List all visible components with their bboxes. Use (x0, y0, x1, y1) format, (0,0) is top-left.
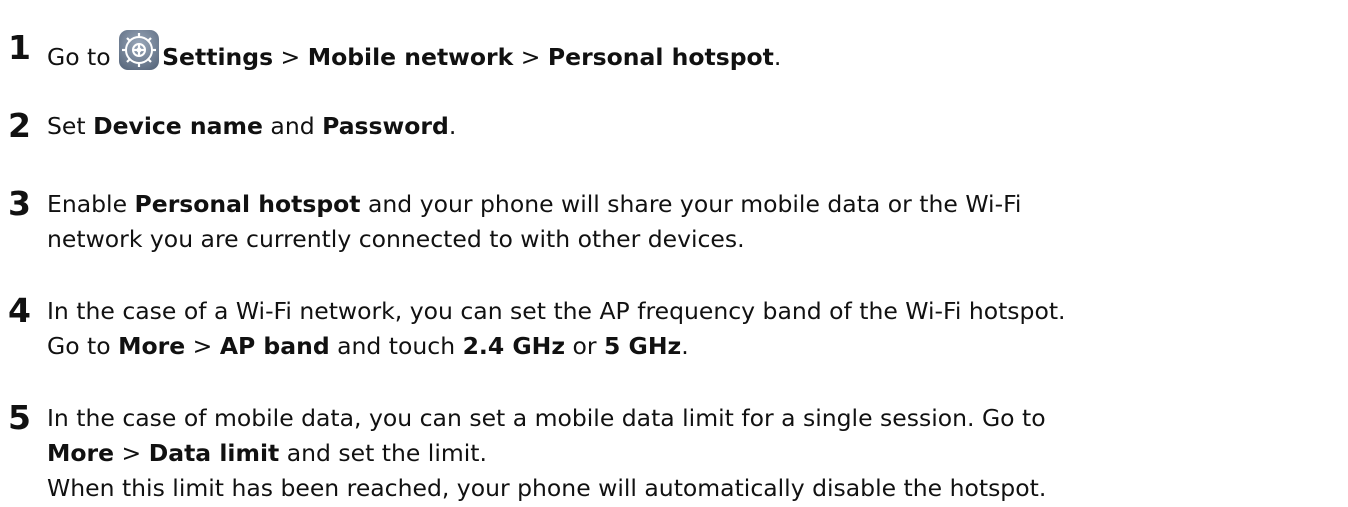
step-text: and set the limit. (279, 439, 487, 467)
step-text: When this limit has been reached, your p… (47, 474, 1047, 502)
step-text: network you are currently connected to w… (47, 225, 745, 253)
step-text: Set (47, 112, 94, 140)
step-text: Go to (47, 332, 119, 360)
step-text-line: In the case of mobile data, you can set … (47, 399, 1046, 437)
step-number: 3 (8, 184, 31, 223)
step-text: Enable (47, 190, 135, 218)
step-text-line: Go to More > AP band and touch 2.4 GHz o… (47, 327, 689, 365)
ui-term: Personal hotspot (547, 43, 774, 71)
ui-term: Data limit (148, 439, 280, 467)
step-text: and touch (329, 332, 463, 360)
step-text: and (262, 112, 323, 140)
step-text: > (114, 439, 149, 467)
step-text-line: Enable Personal hotspot and your phone w… (47, 185, 1021, 223)
step-text: . (681, 332, 689, 360)
step-text-line: More > Data limit and set the limit. (47, 434, 487, 472)
step-text: In the case of mobile data, you can set … (47, 404, 1046, 432)
ui-term: Mobile network (307, 43, 514, 71)
step-text: > (273, 43, 308, 71)
step-text: and your phone will share your mobile da… (360, 190, 1022, 218)
step-text: . (448, 112, 457, 140)
step-text: > (185, 332, 220, 360)
ui-term: 5 GHz (604, 332, 682, 360)
step-number: 4 (8, 291, 31, 330)
step-text-line: Go to Settings > Mobile network > Person… (47, 29, 781, 76)
ui-term: AP band (219, 332, 330, 360)
ui-term: Personal hotspot (134, 190, 361, 218)
step-number: 1 (8, 28, 31, 67)
step-text-line: network you are currently connected to w… (47, 220, 745, 258)
ui-term: Settings (162, 43, 274, 71)
step-text-line: When this limit has been reached, your p… (47, 469, 1046, 507)
ui-term: Device name (93, 112, 263, 140)
step-text: > (513, 43, 548, 71)
step-text-line: In the case of a Wi-Fi network, you can … (47, 292, 1066, 330)
step-text: or (565, 332, 605, 360)
settings-gear-icon (118, 29, 160, 71)
step-text: In the case of a Wi-Fi network, you can … (47, 297, 1066, 325)
step-text: . (773, 43, 782, 71)
step-text: Go to (47, 43, 119, 71)
step-number: 5 (8, 398, 31, 437)
step-number: 2 (8, 106, 31, 145)
ui-term: 2.4 GHz (462, 332, 566, 360)
ui-term: More (118, 332, 186, 360)
ui-term: More (47, 439, 115, 467)
ui-term: Password (322, 112, 449, 140)
step-text-line: Set Device name and Password. (47, 107, 456, 145)
